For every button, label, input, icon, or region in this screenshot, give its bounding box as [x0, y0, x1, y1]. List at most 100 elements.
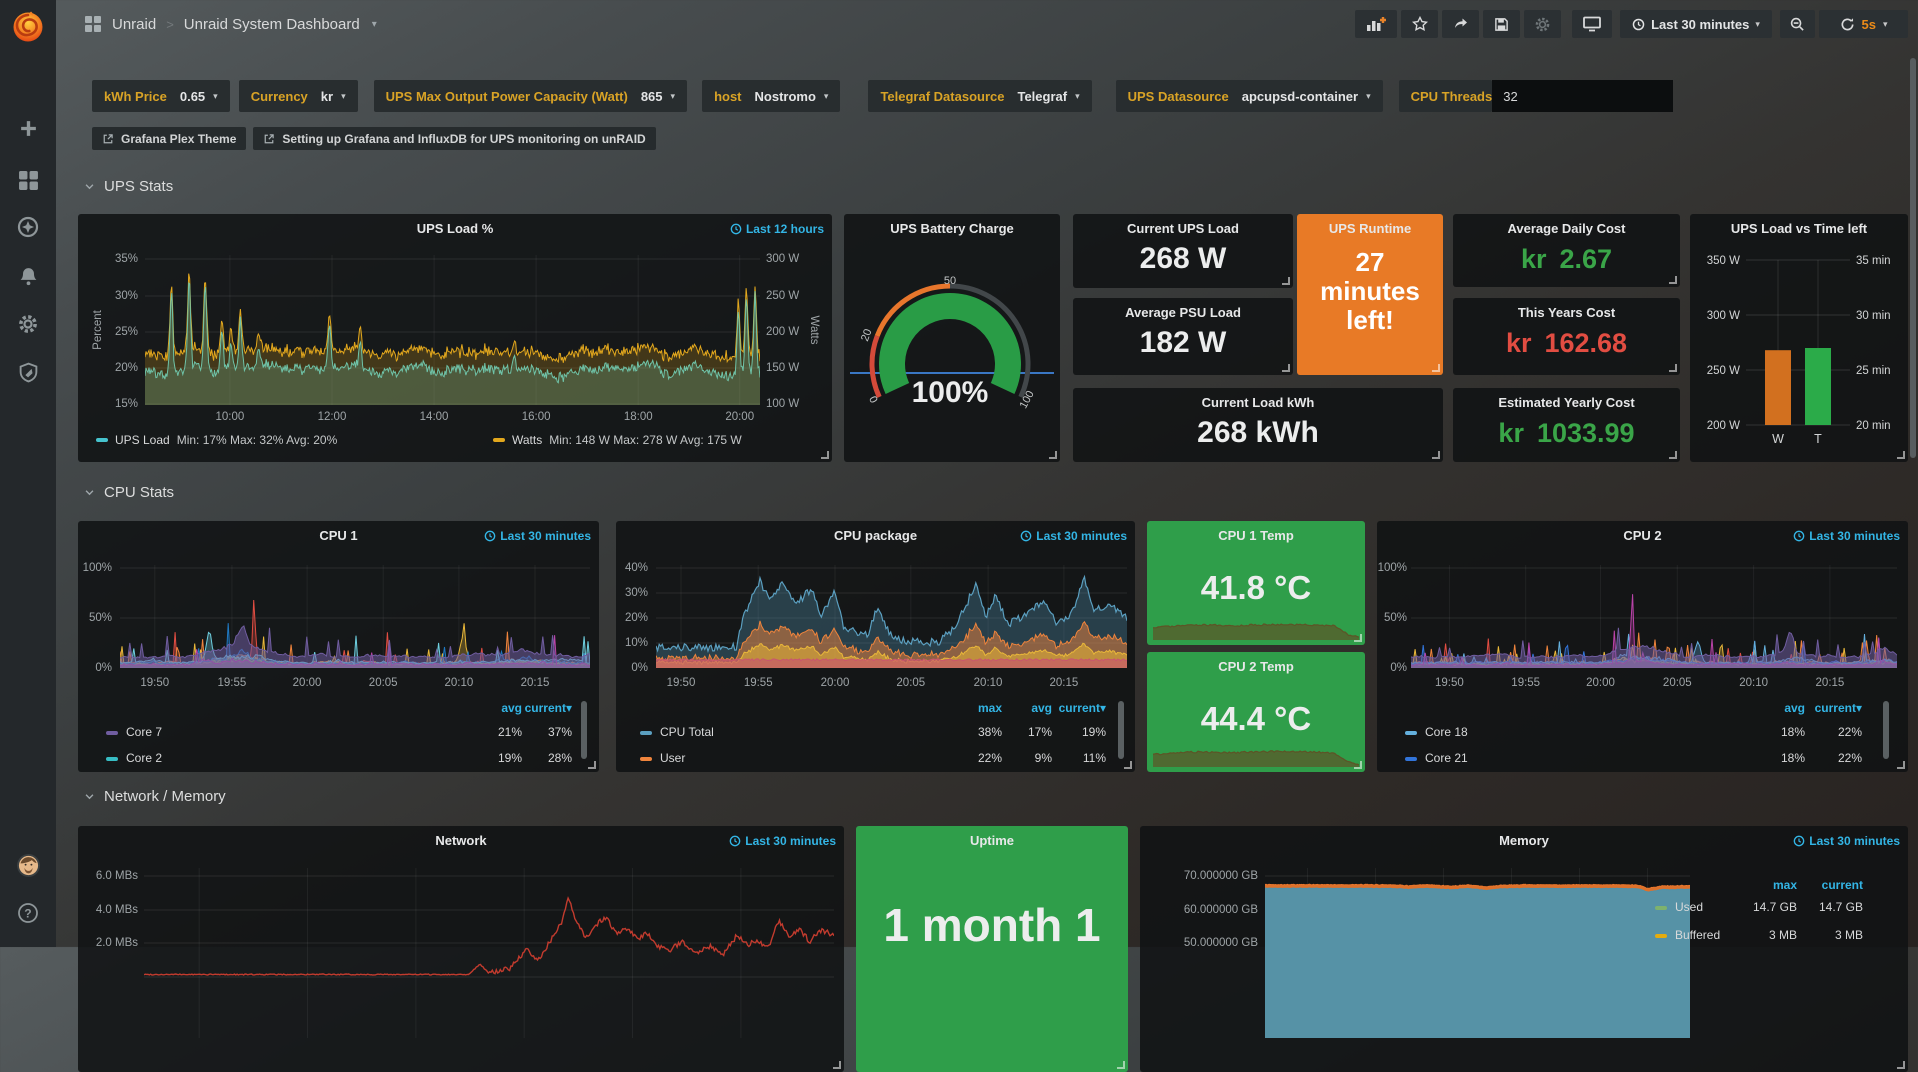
section-ups-stats[interactable]: UPS Stats — [84, 178, 173, 195]
panel-title[interactable]: CPU 2 Temp — [1147, 659, 1365, 674]
sidebar-item-alerting[interactable] — [0, 260, 56, 292]
legend-item[interactable]: WattsMin: 148 W Max: 278 W Avg: 175 W — [493, 433, 742, 447]
zoom-out-button[interactable] — [1780, 10, 1815, 38]
stat-value: 27 minutes left! — [1311, 248, 1429, 335]
page-scrollbar[interactable] — [1910, 58, 1916, 458]
variable-ups-max-output[interactable]: UPS Max Output Power Capacity (Watt)865▾ — [374, 80, 687, 112]
panel-ups-runtime: UPS Runtime 27 minutes left! — [1297, 214, 1443, 375]
sidebar-item-help[interactable]: ? — [0, 897, 56, 929]
axis-tick-label: 100% — [1377, 561, 1407, 575]
graph-plot[interactable]: 70.000000 GB60.000000 GB50.000000 GBmaxc… — [1140, 826, 1908, 1072]
variable-currency[interactable]: Currencykr▾ — [239, 80, 358, 112]
bar-chart-plot[interactable]: 350 W300 W250 W200 W35 min30 min25 min20… — [1690, 214, 1908, 462]
sidebar-item-add[interactable] — [0, 112, 56, 144]
axis-tick-label: 19:50 — [140, 676, 169, 690]
chevron-down-icon: ▾ — [213, 91, 218, 102]
sidebar-item-configuration[interactable] — [0, 308, 56, 340]
link-ups-monitoring-guide[interactable]: Setting up Grafana and InfluxDB for UPS … — [253, 127, 655, 150]
axis-title-watts: Watts — [807, 280, 821, 380]
chart-canvas[interactable] — [120, 565, 590, 668]
chevron-down-icon: ▾ — [341, 91, 346, 102]
chart-canvas[interactable] — [144, 868, 834, 1038]
time-picker[interactable]: Last 30 minutes ▾ — [1620, 10, 1772, 38]
section-cpu-stats[interactable]: CPU Stats — [84, 484, 174, 501]
axis-tick-label: 200 W — [766, 325, 799, 339]
stat-value: 268 W — [1073, 242, 1293, 276]
variable-ups-datasource[interactable]: UPS Datasourceapcupsd-container▾ — [1116, 80, 1383, 112]
chevron-down-icon — [84, 181, 95, 192]
legend-scrollbar[interactable] — [1883, 701, 1889, 759]
sidebar-item-dashboards[interactable] — [0, 164, 56, 196]
breadcrumb-separator: > — [166, 17, 174, 32]
variable-host[interactable]: hostNostromo▾ — [702, 80, 840, 112]
sparkline-canvas[interactable] — [1153, 610, 1359, 640]
panel-title[interactable]: Estimated Yearly Cost — [1453, 395, 1680, 410]
legend-scrollbar[interactable] — [1118, 701, 1124, 759]
panel-title[interactable]: This Years Cost — [1453, 305, 1680, 320]
legend-column-header[interactable]: current▾ — [1377, 701, 1862, 715]
legend-value: 19% — [616, 725, 1106, 739]
graph-plot[interactable]: 35%30%25%20%15%300 W250 W200 W150 W100 W… — [78, 214, 832, 462]
variable-telegraf-datasource[interactable]: Telegraf DatasourceTelegraf▾ — [868, 80, 1091, 112]
graph-plot[interactable]: 100%50%0%19:5019:5520:0020:0520:1020:15a… — [1377, 521, 1908, 772]
gear-icon — [1534, 16, 1551, 33]
panel-title[interactable]: UPS Runtime — [1297, 221, 1443, 236]
stat-value: 41.8 °C — [1147, 569, 1365, 607]
refresh-picker[interactable]: 5s ▾ — [1819, 10, 1908, 38]
section-network-memory[interactable]: Network / Memory — [84, 788, 226, 805]
sidebar-item-explore[interactable] — [0, 211, 56, 243]
legend-value: 28% — [78, 751, 572, 765]
bar-category-label: T — [1814, 432, 1822, 446]
add-panel-icon — [1366, 16, 1386, 32]
chart-canvas[interactable] — [656, 565, 1127, 668]
chevron-down-icon — [84, 487, 95, 498]
chart-canvas[interactable] — [1265, 868, 1690, 1038]
share-button[interactable] — [1442, 10, 1479, 38]
gauge-plot[interactable]: 02050100100% — [844, 214, 1060, 462]
zoom-group — [1780, 10, 1815, 38]
sparkline-canvas[interactable] — [1153, 737, 1359, 767]
legend-scrollbar[interactable] — [581, 701, 587, 759]
axis-tick-label: 20:00 — [821, 676, 850, 690]
axis-tick-label: 19:55 — [217, 676, 246, 690]
breadcrumb-root[interactable]: Unraid — [112, 16, 156, 33]
add-panel-button[interactable] — [1355, 10, 1397, 38]
graph-plot[interactable]: 6.0 MBs4.0 MBs2.0 MBs — [78, 826, 844, 1072]
panel-uptime: Uptime 1 month 1 — [856, 826, 1128, 1072]
legend-column-header[interactable]: current▾ — [78, 701, 572, 715]
panel-title[interactable]: Uptime — [856, 833, 1128, 848]
chart-canvas[interactable] — [1411, 565, 1897, 668]
chevron-down-icon[interactable]: ▾ — [372, 19, 377, 30]
grafana-logo[interactable] — [0, 4, 56, 48]
graph-plot[interactable]: 100%50%0%19:5019:5520:0020:0520:1020:15a… — [78, 521, 599, 772]
sidebar-item-avatar[interactable] — [0, 849, 56, 881]
panel-title[interactable]: Current Load kWh — [1073, 395, 1443, 410]
star-button[interactable] — [1401, 10, 1438, 38]
save-button[interactable] — [1483, 10, 1520, 38]
panel-title[interactable]: Average Daily Cost — [1453, 221, 1680, 236]
breadcrumb-current[interactable]: Unraid System Dashboard — [184, 16, 360, 33]
panel-title[interactable]: Average PSU Load — [1073, 305, 1293, 320]
star-icon — [1412, 16, 1428, 32]
breadcrumb: Unraid > Unraid System Dashboard ▾ — [84, 0, 377, 48]
cpu-threads-input[interactable] — [1492, 80, 1673, 112]
link-grafana-plex-theme[interactable]: Grafana Plex Theme — [92, 127, 246, 150]
panel-estimated-yearly-cost: Estimated Yearly Cost kr1033.99 — [1453, 388, 1680, 462]
panel-cpu1-graph: CPU 1 Last 30 minutes 100%50%0%19:5019:5… — [78, 521, 599, 772]
gauge-canvas[interactable]: 02050100100% — [844, 214, 1060, 462]
bar-canvas[interactable] — [1746, 254, 1850, 431]
chart-canvas[interactable] — [145, 255, 760, 405]
variable-kwh-price[interactable]: kWh Price0.65▾ — [92, 80, 230, 112]
panel-title[interactable]: Current UPS Load — [1073, 221, 1293, 236]
legend-column-header[interactable]: current — [1140, 878, 1863, 892]
sidebar-item-server-admin[interactable] — [0, 356, 56, 388]
panel-title[interactable]: CPU 1 Temp — [1147, 528, 1365, 543]
sparkline — [1153, 737, 1359, 767]
apps-icon[interactable] — [84, 15, 102, 33]
cycle-view-button[interactable] — [1572, 10, 1612, 38]
axis-tick-label: 30% — [618, 586, 648, 600]
legend-column-header[interactable]: current▾ — [616, 701, 1106, 715]
graph-plot[interactable]: 40%30%20%10%0%19:5019:5520:0020:0520:102… — [616, 521, 1135, 772]
legend-item[interactable]: UPS LoadMin: 17% Max: 32% Avg: 20% — [96, 433, 337, 447]
settings-button[interactable] — [1524, 10, 1561, 38]
